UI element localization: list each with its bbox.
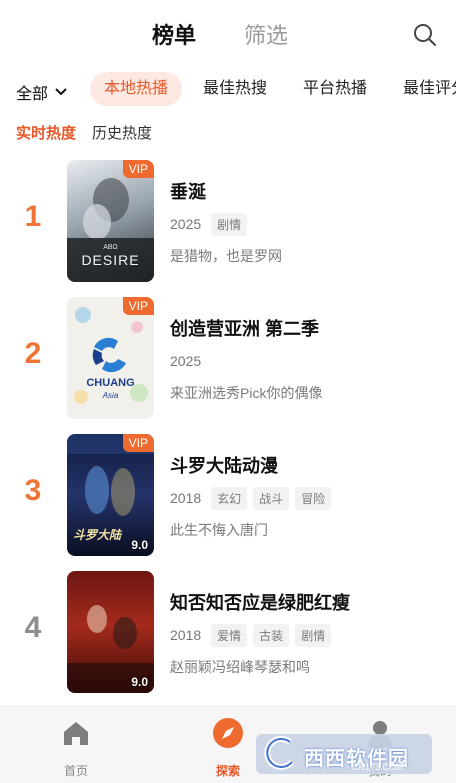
item-year: 2025 xyxy=(170,353,202,369)
rank-number: 1 xyxy=(24,200,42,233)
nav-home[interactable]: 首页 xyxy=(46,713,106,779)
item-title: 垂涎 xyxy=(170,182,206,202)
item-title: 斗罗大陆动漫 xyxy=(170,456,278,476)
vip-badge: VIP xyxy=(122,160,154,178)
item-meta: 2018 玄幻 战斗 冒险 xyxy=(170,486,332,510)
poster-title: CHUANG xyxy=(86,377,135,389)
chevron-down-icon xyxy=(55,88,67,96)
ranking-list: 1 ABΩ DESIRE VIP 垂涎 2025 剧情 是猎物，也是罗网 2 C… xyxy=(0,158,456,706)
score-badge: 9.0 xyxy=(131,675,148,689)
poster-subtitle: Asia xyxy=(102,391,119,400)
compass-icon xyxy=(213,718,243,748)
genre-tag: 古装 xyxy=(253,623,290,647)
watermark-icon xyxy=(264,735,295,770)
poster[interactable]: 斗罗大陆 VIP 9.0 xyxy=(67,434,154,556)
nav-home-label: 首页 xyxy=(63,764,88,778)
chip-platform-hot[interactable]: 平台热播 xyxy=(303,72,367,106)
tab-filter[interactable]: 筛选 xyxy=(244,18,288,50)
genre-tag: 冒险 xyxy=(295,486,332,510)
item-description: 来亚洲选秀Pick你的偶像 xyxy=(170,385,323,401)
item-year: 2018 xyxy=(170,490,202,506)
nav-explore[interactable]: 探索 xyxy=(198,713,258,779)
item-year: 2018 xyxy=(170,627,202,643)
rank-number: 4 xyxy=(24,611,42,644)
category-all-label: 全部 xyxy=(16,86,49,103)
chip-best-rating[interactable]: 最佳评分 xyxy=(403,72,456,106)
item-title: 知否知否应是绿肥红瘦 xyxy=(170,593,350,613)
poster-title: DESIRE xyxy=(81,252,140,268)
sub-tab-history[interactable]: 历史热度 xyxy=(92,122,152,146)
vip-badge: VIP xyxy=(122,434,154,452)
genre-tag: 玄幻 xyxy=(211,486,248,510)
chip-best-search[interactable]: 最佳热搜 xyxy=(203,72,267,106)
rank-number: 2 xyxy=(24,337,42,370)
watermark-logo: 西西软件园 CR173.COM xyxy=(256,734,432,774)
genre-tag: 剧情 xyxy=(211,212,248,236)
category-row: 全部 本地热播 最佳热搜 平台热播 最佳评分 xyxy=(0,70,456,110)
item-description: 是猎物，也是罗网 xyxy=(170,248,282,264)
nav-explore-label: 探索 xyxy=(215,764,240,778)
poster[interactable]: CHUANG Asia VIP xyxy=(67,297,154,419)
poster[interactable]: ABΩ DESIRE VIP xyxy=(67,160,154,282)
poster-title: 斗罗大陆 xyxy=(73,528,122,542)
item-meta: 2025 xyxy=(170,349,205,373)
item-year: 2025 xyxy=(170,216,202,232)
item-description: 赵丽颖冯绍峰琴瑟和鸣 xyxy=(170,659,310,675)
list-item[interactable]: 4 9.0 知否知否应是绿肥红瘦 2018 爱情 古装 剧情 赵丽颖冯绍峰琴瑟和… xyxy=(0,569,456,693)
vip-badge: VIP xyxy=(122,297,154,315)
sub-tab-realtime[interactable]: 实时热度 xyxy=(16,122,76,146)
home-icon xyxy=(64,722,88,745)
tab-ranking[interactable]: 榜单 xyxy=(152,18,196,50)
sub-tab-row: 实时热度 历史热度 xyxy=(16,122,152,146)
item-meta: 2025 剧情 xyxy=(170,212,248,236)
top-bar: 榜单 筛选 xyxy=(0,0,456,66)
list-item[interactable]: 2 CHUANG Asia VIP 创造营亚洲 第二季 2025 来亚洲选秀Pi… xyxy=(0,295,456,419)
list-item[interactable]: 1 ABΩ DESIRE VIP 垂涎 2025 剧情 是猎物，也是罗网 xyxy=(0,158,456,282)
chip-local-hot[interactable]: 本地热播 xyxy=(90,72,183,106)
poster[interactable]: 9.0 xyxy=(67,571,154,693)
genre-tag: 爱情 xyxy=(211,623,248,647)
item-meta: 2018 爱情 古装 剧情 xyxy=(170,623,332,647)
score-badge: 9.0 xyxy=(131,538,148,552)
item-title: 创造营亚洲 第二季 xyxy=(170,319,320,339)
watermark-subtext: CR173.COM xyxy=(352,762,404,772)
genre-tag: 剧情 xyxy=(295,623,332,647)
genre-tag: 战斗 xyxy=(253,486,290,510)
list-item[interactable]: 3 斗罗大陆 VIP 9.0 斗罗大陆动漫 2018 玄幻 战斗 冒险 此生不悔… xyxy=(0,432,456,556)
search-icon[interactable] xyxy=(412,22,438,48)
poster-art xyxy=(74,307,148,404)
category-all-dropdown[interactable]: 全部 xyxy=(16,80,68,104)
poster-subtitle: ABΩ xyxy=(103,244,118,251)
rank-number: 3 xyxy=(24,474,42,507)
item-description: 此生不悔入唐门 xyxy=(170,522,268,538)
